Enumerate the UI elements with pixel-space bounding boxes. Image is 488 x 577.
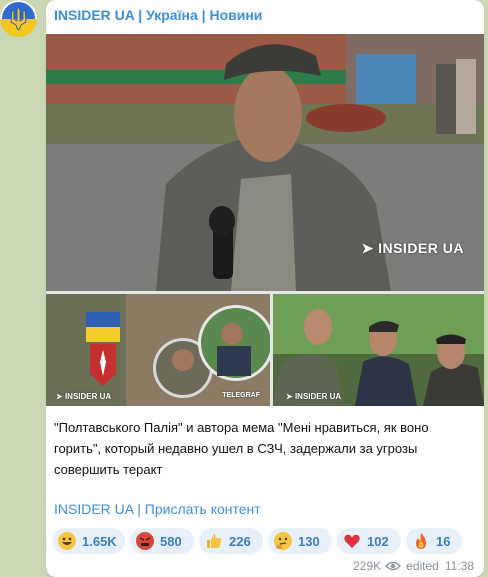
thumbs-up-icon bbox=[205, 532, 223, 550]
reaction-count: 16 bbox=[436, 533, 451, 549]
message-meta: 229K edited 11:38 bbox=[353, 559, 474, 573]
reactions-bar: 1.65K 580 226 130 102 16 bbox=[52, 528, 482, 554]
photo-left-scene bbox=[46, 294, 270, 406]
photo-bottom-left[interactable]: ➤ INSIDER UA TELEGRAF bbox=[46, 294, 270, 406]
channel-link[interactable]: INSIDER UA bbox=[54, 501, 133, 517]
reaction-grinning[interactable]: 1.65K bbox=[52, 528, 125, 554]
photo-main[interactable]: ➤ INSIDER UA bbox=[46, 34, 484, 291]
channel-avatar[interactable] bbox=[0, 0, 37, 37]
telegram-icon: ➤ bbox=[361, 240, 379, 256]
reaction-thumbs-up[interactable]: 226 bbox=[199, 528, 263, 554]
reaction-thinking[interactable]: 130 bbox=[268, 528, 332, 554]
reaction-count: 226 bbox=[229, 533, 251, 549]
trident-icon bbox=[10, 6, 27, 31]
link-separator: | bbox=[137, 501, 141, 517]
view-count: 229K bbox=[353, 559, 382, 573]
post-caption: "Полтавського Палія" и автора мема "Мені… bbox=[54, 420, 429, 477]
post-links: INSIDER UA | Прислать контент bbox=[54, 501, 261, 517]
telegram-icon: ➤ bbox=[56, 392, 65, 401]
photo-right-scene bbox=[273, 294, 484, 406]
fire-icon bbox=[412, 532, 430, 550]
thinking-face-icon bbox=[274, 532, 292, 550]
telegraf-watermark: TELEGRAF bbox=[222, 392, 260, 399]
submit-content-link[interactable]: Прислать контент bbox=[145, 501, 261, 517]
eye-icon bbox=[385, 561, 402, 571]
message-time: 11:38 bbox=[444, 559, 474, 573]
photo-bottom-right[interactable]: ➤ INSIDER UA bbox=[273, 294, 484, 406]
media-album: ➤ INSIDER UA ➤ INSIDER UA TELEGRAF ➤ INS… bbox=[46, 34, 484, 406]
photo-watermark: ➤ INSIDER UA bbox=[286, 392, 342, 401]
heart-icon bbox=[343, 532, 361, 550]
telegram-icon: ➤ bbox=[286, 392, 295, 401]
reaction-count: 102 bbox=[367, 533, 389, 549]
message-bubble: INSIDER UA | Україна | Новини ➤ INSIDER … bbox=[46, 0, 484, 577]
channel-name[interactable]: INSIDER UA | Україна | Новини bbox=[54, 7, 262, 23]
reaction-angry[interactable]: 580 bbox=[130, 528, 194, 554]
edited-label: edited bbox=[406, 559, 439, 573]
reaction-count: 580 bbox=[160, 533, 182, 549]
photo-watermark: ➤ INSIDER UA bbox=[56, 392, 112, 401]
angry-face-icon bbox=[136, 532, 154, 550]
reaction-count: 130 bbox=[298, 533, 320, 549]
grinning-face-icon bbox=[58, 532, 76, 550]
reaction-fire[interactable]: 16 bbox=[406, 528, 462, 554]
reaction-count: 1.65K bbox=[82, 533, 117, 549]
photo-watermark: ➤ INSIDER UA bbox=[361, 240, 464, 256]
reaction-heart[interactable]: 102 bbox=[337, 528, 401, 554]
